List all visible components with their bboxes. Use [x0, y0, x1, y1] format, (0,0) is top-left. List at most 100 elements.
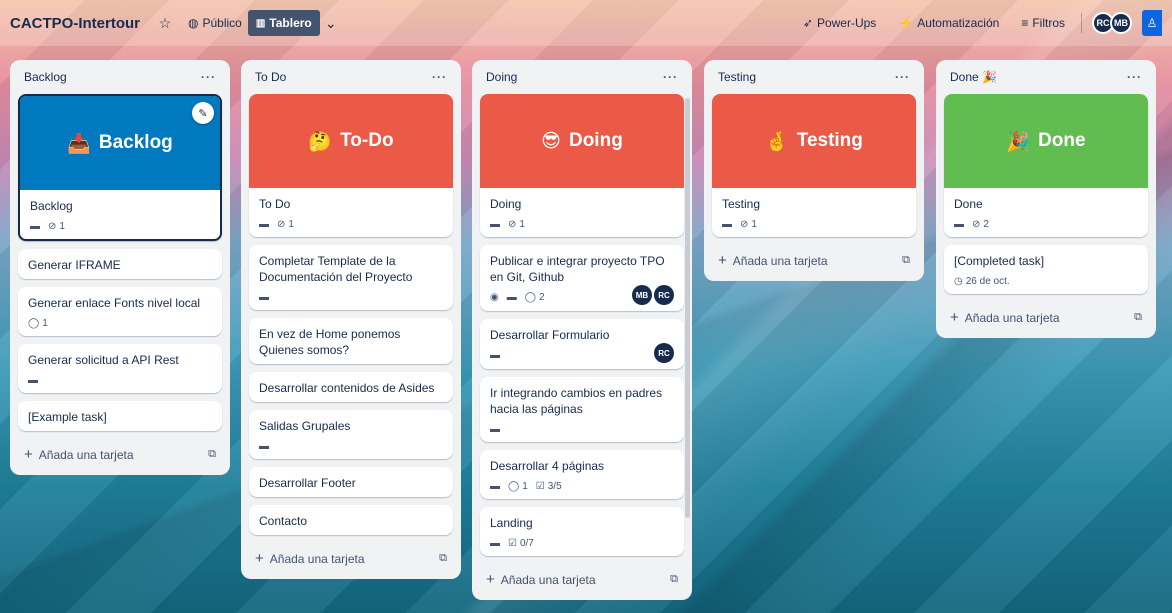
template-icon[interactable]: ⧉ — [670, 573, 678, 586]
card[interactable]: 😎 Doing Doing ▬ ⊘ 1 — [480, 94, 684, 237]
filters-label: Filtros — [1032, 16, 1065, 30]
list-todo: To Do ··· 🤔 To-Do To Do ▬ ⊘ 1 Completar T… — [241, 60, 461, 579]
list-header[interactable]: To Do ··· — [249, 60, 453, 94]
card[interactable]: Desarrollar Footer — [249, 467, 453, 497]
add-card-button[interactable]: + Añada una tarjeta — [24, 446, 134, 463]
attachment-badge: ⊘ 1 — [508, 219, 525, 230]
avatar[interactable]: RC — [654, 343, 674, 363]
list-menu-icon[interactable]: ··· — [432, 70, 447, 84]
plus-icon: + — [24, 445, 33, 463]
description-icon: ▬ — [259, 291, 269, 303]
description-icon: ▬ — [506, 292, 517, 303]
template-icon[interactable]: ⧉ — [902, 254, 910, 267]
card-badges: ▬ ⊘ 1 — [259, 217, 443, 231]
card-title: Done — [954, 197, 983, 211]
card[interactable]: Salidas Grupales ▬ — [249, 410, 453, 459]
card-badges: ▬ ⊘ 1 — [490, 217, 674, 231]
checklist-count: 0/7 — [519, 537, 534, 549]
add-card-button[interactable]: + Añada una tarjeta — [486, 571, 596, 588]
card[interactable]: Desarrollar 4 páginas ▬ ◯ 1 ☑ 3/5 — [480, 450, 684, 499]
card-members: RC — [654, 343, 674, 363]
card-title: Landing — [490, 516, 533, 530]
card-title: [Example task] — [28, 410, 107, 424]
card-title: Generar solicitud a API Rest — [28, 353, 179, 367]
card[interactable]: Landing ▬ ☑ 0/7 — [480, 507, 684, 556]
card-badges: ◉ ▬ ◯ 2 — [490, 291, 545, 305]
plus-icon: + — [950, 308, 959, 326]
star-icon[interactable]: ☆ — [154, 12, 176, 34]
list-header[interactable]: Backlog ··· — [18, 60, 222, 94]
list-menu-icon[interactable]: ··· — [1127, 70, 1142, 84]
card[interactable]: Generar enlace Fonts nivel local ◯ 1 — [18, 287, 222, 336]
card[interactable]: Ir integrando cambios en padres hacia la… — [480, 377, 684, 442]
checklist-icon: ☑ — [508, 537, 517, 549]
list-header[interactable]: Done 🎉 ··· — [944, 60, 1148, 94]
card[interactable]: Contacto — [249, 505, 453, 535]
description-icon: ▬ — [490, 480, 500, 492]
avatar[interactable]: MB — [632, 285, 652, 305]
description-icon: ▬ — [490, 537, 500, 549]
due-date-badge[interactable]: ◷ 26 de oct. — [954, 276, 1010, 287]
card-title: Ir integrando cambios en padres hacia la… — [490, 386, 663, 416]
card[interactable]: Desarrollar contenidos de Asides — [249, 372, 453, 402]
list-backlog: Backlog ··· 📥 Backlog ✎ Backlog ▬ ⊘ 1 Gen… — [10, 60, 230, 475]
card[interactable]: Completar Template de la Documentación d… — [249, 245, 453, 310]
card[interactable]: En vez de Home ponemos Quienes somos? — [249, 318, 453, 364]
list-title[interactable]: Doing — [486, 70, 517, 84]
description-icon: ▬ — [490, 218, 500, 230]
list-menu-icon[interactable]: ··· — [895, 70, 910, 84]
list-title[interactable]: Done 🎉 — [950, 70, 997, 84]
list-header[interactable]: Testing ··· — [712, 60, 916, 94]
template-icon[interactable]: ⧉ — [439, 552, 447, 565]
comment-badge: ◯ 1 — [28, 318, 48, 329]
checklist-count: 3/5 — [547, 480, 562, 492]
filter-icon: ≡ — [1021, 16, 1029, 30]
template-icon[interactable]: ⧉ — [208, 448, 216, 461]
board-view-button[interactable]: ▥ Tablero — [247, 10, 320, 36]
board-title[interactable]: CACTPO-Intertour — [10, 15, 140, 32]
card[interactable]: Generar IFRAME — [18, 249, 222, 279]
chevron-down-icon[interactable]: ⌄ — [320, 12, 342, 34]
list-title[interactable]: To Do — [255, 70, 286, 84]
add-card-label: Añada una tarjeta — [732, 253, 828, 268]
card[interactable]: Desarrollar Formulario ▬ RC — [480, 319, 684, 369]
add-card-row: + Añada una tarjeta ⧉ — [18, 439, 222, 469]
avatar[interactable]: MB — [1110, 12, 1132, 34]
comment-icon: ◯ — [28, 317, 40, 329]
list-title[interactable]: Backlog — [24, 70, 67, 84]
visibility-button[interactable]: ◍ Público — [182, 10, 248, 36]
comment-count: 2 — [538, 292, 545, 303]
plus-icon: + — [255, 549, 264, 567]
list-header[interactable]: Doing ··· — [480, 60, 684, 94]
automation-button[interactable]: ⚡ Automatización — [892, 10, 1005, 36]
card[interactable]: 🤔 To-Do To Do ▬ ⊘ 1 — [249, 94, 453, 237]
card[interactable]: 🤞 Testing Testing ▬ ⊘ 1 — [712, 94, 916, 237]
list-scrollbar[interactable] — [685, 98, 690, 518]
card-title: Desarrollar Footer — [259, 476, 356, 490]
list-title[interactable]: Testing — [718, 70, 756, 84]
template-icon[interactable]: ⧉ — [1134, 311, 1142, 324]
list-menu-icon[interactable]: ··· — [201, 70, 216, 84]
card[interactable]: [Completed task] ◷ 26 de oct. — [944, 245, 1148, 294]
filters-button[interactable]: ≡ Filtros — [1015, 10, 1071, 36]
automation-label: Automatización — [917, 16, 1000, 30]
card[interactable]: [Example task] — [18, 401, 222, 431]
card[interactable]: Publicar e integrar proyecto TPO en Git,… — [480, 245, 684, 311]
add-card-button[interactable]: + Añada una tarjeta — [255, 550, 365, 567]
avatar[interactable]: RC — [654, 285, 674, 305]
pencil-icon[interactable]: ✎ — [192, 102, 214, 124]
card-badges: ▬ ⊘ 2 — [954, 217, 1138, 231]
card[interactable]: Generar solicitud a API Rest ▬ — [18, 344, 222, 393]
lightning-icon: ⚡ — [898, 16, 914, 30]
card[interactable]: 📥 Backlog ✎ Backlog ▬ ⊘ 1 — [18, 94, 222, 241]
card[interactable]: 🎉 Done Done ▬ ⊘ 2 — [944, 94, 1148, 237]
list-menu-icon[interactable]: ··· — [663, 70, 678, 84]
attachment-count: 1 — [59, 220, 65, 232]
description-icon: ▬ — [954, 218, 964, 230]
share-button[interactable]: ♙ — [1142, 10, 1162, 36]
add-card-button[interactable]: + Añada una tarjeta — [950, 309, 1060, 326]
add-card-button[interactable]: + Añada una tarjeta — [718, 252, 828, 269]
cover-emoji: 🤞 — [765, 130, 789, 153]
powerups-button[interactable]: ➶ Power-Ups — [797, 10, 882, 36]
card-cover: 🤞 Testing — [712, 94, 916, 188]
